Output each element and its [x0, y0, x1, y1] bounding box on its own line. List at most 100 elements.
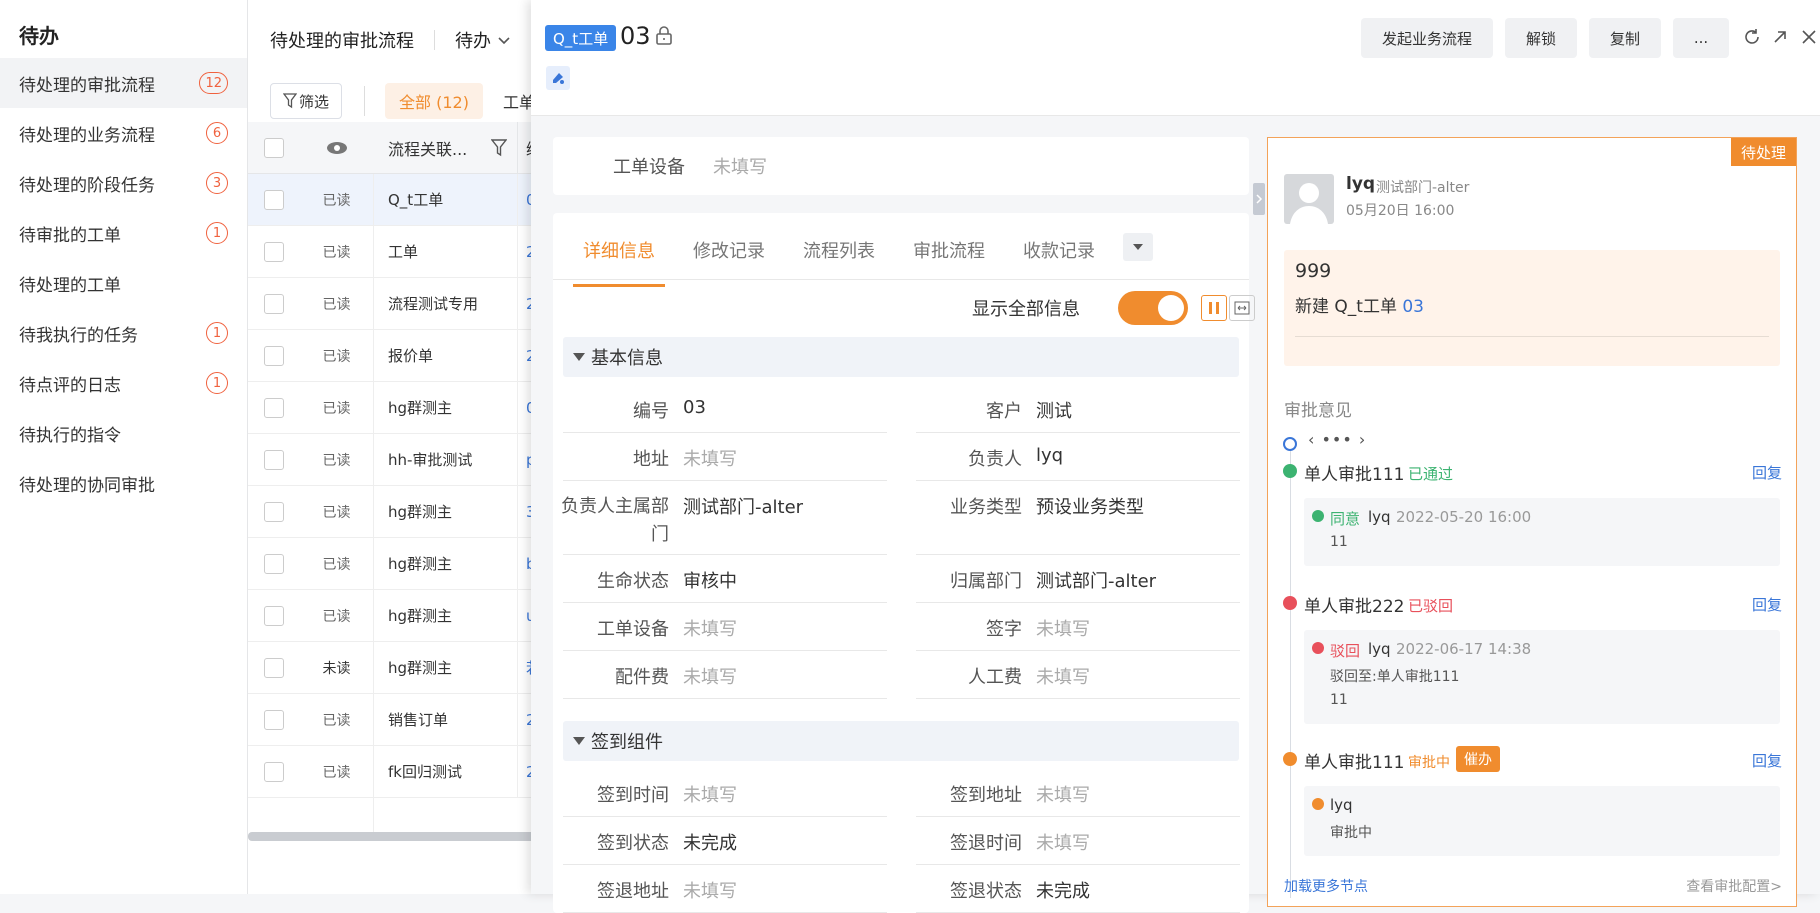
table-row[interactable]: 未读hg群测主若 [248, 642, 541, 694]
unlock-button[interactable]: 解锁 [1505, 18, 1577, 58]
field-value[interactable]: 测试部门-alter [1036, 567, 1156, 593]
field-value[interactable]: 未填写 [683, 663, 737, 689]
detail-tabs: 详细信息 修改记录 流程列表 审批流程 收款记录 [573, 233, 1153, 287]
read-status: 已读 [300, 486, 374, 537]
nav-item-business-flows[interactable]: 待处理的业务流程 6 [0, 108, 247, 158]
flow-name: 工单 [374, 226, 518, 277]
tab-payment-records[interactable]: 收款记录 [1013, 237, 1105, 275]
nav-arrows[interactable]: ‹ ••• › [1308, 430, 1366, 449]
field-value[interactable]: 审核中 [683, 567, 737, 593]
open-in-new-icon[interactable] [1769, 26, 1791, 48]
section-sign-in[interactable]: 签到组件 [563, 721, 1239, 761]
field-value[interactable]: 未完成 [683, 829, 737, 855]
tab-all[interactable]: 全部 (12) [385, 83, 483, 119]
expand-width-icon[interactable] [1229, 295, 1255, 321]
view-approval-config-link[interactable]: 查看审批配置> [1686, 876, 1782, 896]
show-all-toggle[interactable] [1118, 291, 1188, 325]
scope-dropdown[interactable]: 待办 [455, 27, 491, 53]
tab-flow-list[interactable]: 流程列表 [793, 237, 885, 275]
record-time: 2022-06-17 14:38 [1396, 640, 1532, 658]
row-checkbox[interactable] [264, 709, 284, 730]
table-row[interactable]: 已读Q_t工单0 [248, 174, 538, 226]
chevron-down-icon[interactable] [497, 33, 511, 47]
close-icon[interactable] [1798, 26, 1820, 48]
filter-button[interactable]: 筛选 [270, 83, 343, 119]
tab-change-log[interactable]: 修改记录 [683, 237, 775, 275]
field-value[interactable]: 未填写 [1036, 781, 1090, 807]
table-row[interactable]: 已读hg群测主0 [248, 382, 538, 434]
two-column-layout-icon[interactable] [1201, 295, 1227, 321]
reply-link[interactable]: 回复 [1752, 594, 1782, 615]
row-checkbox[interactable] [264, 449, 284, 470]
field-value[interactable]: 03 [683, 397, 706, 418]
nav-item-logs-to-review[interactable]: 待点评的日志 1 [0, 358, 247, 408]
nav-item-approval-flows[interactable]: 待处理的审批流程 12 [0, 58, 247, 108]
row-checkbox[interactable] [264, 345, 284, 366]
tabs-more-dropdown[interactable] [1123, 233, 1153, 261]
top-field-value[interactable]: 未填写 [713, 153, 767, 179]
nav-item-workorders-to-handle[interactable]: 待处理的工单 [0, 258, 247, 308]
column-filter-icon[interactable] [491, 138, 507, 157]
field-value[interactable]: 未填写 [683, 781, 737, 807]
field-value[interactable]: 预设业务类型 [1036, 493, 1144, 519]
field-value[interactable]: 未填写 [1036, 615, 1090, 641]
row-checkbox[interactable] [264, 293, 284, 314]
lock-icon [656, 26, 672, 45]
table-row[interactable]: 已读hg群测主b [248, 538, 538, 590]
nav-item-collab-approvals[interactable]: 待处理的协同审批 [0, 458, 247, 508]
start-business-flow-button[interactable]: 发起业务流程 [1361, 18, 1493, 58]
panel-collapse-handle[interactable] [1253, 183, 1265, 215]
table-row[interactable]: 已读fk回归测试2 [248, 746, 538, 798]
row-checkbox[interactable] [264, 189, 284, 210]
reply-link[interactable]: 回复 [1752, 750, 1782, 771]
nav-item-label: 待处理的协同审批 [19, 475, 155, 496]
nav-item-my-tasks[interactable]: 待我执行的任务 1 [0, 308, 247, 358]
field-value[interactable]: 未完成 [1036, 877, 1090, 903]
field-value[interactable]: 测试 [1036, 397, 1072, 423]
field-value[interactable]: 未填写 [683, 615, 737, 641]
field-value[interactable]: 未填写 [1036, 663, 1090, 689]
load-more-nodes-link[interactable]: 加载更多节点 [1284, 876, 1368, 896]
horizontal-scrollbar[interactable] [248, 832, 538, 841]
copy-button[interactable]: 复制 [1589, 18, 1661, 58]
row-checkbox[interactable] [264, 657, 284, 678]
select-all-checkbox[interactable] [264, 137, 284, 158]
table-header: 流程关联... 编 [248, 122, 542, 174]
reply-link[interactable]: 回复 [1752, 462, 1782, 483]
flow-name: hg群测主 [374, 642, 518, 693]
table-row[interactable]: 已读销售订单2 [248, 694, 538, 746]
field-number: 编号 03 [563, 385, 887, 433]
nav-item-stage-tasks[interactable]: 待处理的阶段任务 3 [0, 158, 247, 208]
table-row[interactable]: 已读hg群测主u [248, 590, 538, 642]
top-field-card: 工单设备 未填写 [553, 137, 1249, 195]
nav-item-instructions[interactable]: 待执行的指令 [0, 408, 247, 458]
node-name: 单人审批111 [1304, 753, 1405, 773]
table-row[interactable]: 已读hh-审批测试p [248, 434, 538, 486]
field-value[interactable]: 未填写 [1036, 829, 1090, 855]
field-value[interactable]: 未填写 [683, 877, 737, 903]
table-row[interactable]: 已读工单2 [248, 226, 538, 278]
refresh-icon[interactable] [1741, 26, 1763, 48]
row-checkbox[interactable] [264, 605, 284, 626]
tab-detail-info[interactable]: 详细信息 [573, 237, 665, 287]
field-value[interactable]: 测试部门-alter [683, 493, 803, 519]
field-label: 签退时间 [950, 833, 1022, 854]
urge-button[interactable]: 催办 [1456, 746, 1500, 772]
section-basic-info[interactable]: 基本信息 [563, 337, 1239, 377]
row-checkbox[interactable] [264, 397, 284, 418]
table-row[interactable]: 已读流程测试专用2 [248, 278, 538, 330]
row-checkbox[interactable] [264, 241, 284, 262]
field-value[interactable]: 未填写 [683, 445, 737, 471]
table-row[interactable]: 已读hg群测主3 [248, 486, 538, 538]
row-checkbox[interactable] [264, 501, 284, 522]
message-record-link[interactable]: 03 [1402, 297, 1424, 317]
read-status: 已读 [300, 226, 374, 277]
table-row[interactable]: 已读报价单2 [248, 330, 538, 382]
edit-icon[interactable] [546, 66, 570, 90]
nav-item-workorders-to-approve[interactable]: 待审批的工单 1 [0, 208, 247, 258]
more-button[interactable]: ... [1673, 18, 1729, 58]
row-checkbox[interactable] [264, 761, 284, 782]
tab-approval-flow[interactable]: 审批流程 [903, 237, 995, 275]
row-checkbox[interactable] [264, 553, 284, 574]
field-value[interactable]: lyq [1036, 445, 1063, 466]
